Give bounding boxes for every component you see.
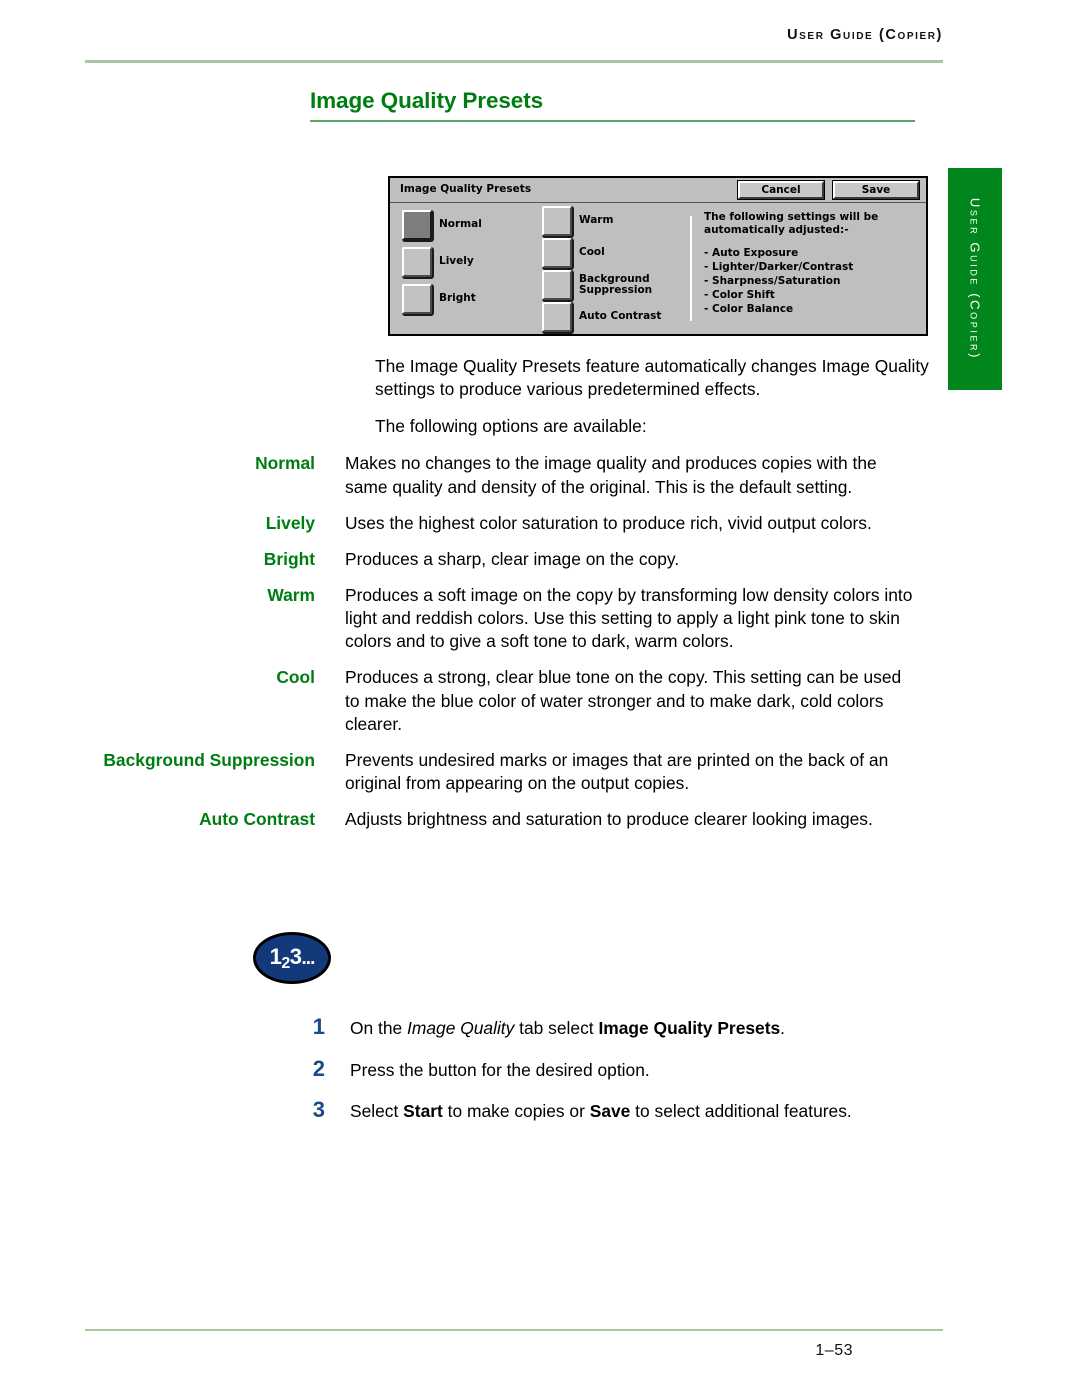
side-tab-label: User Guide (Copier) [967,197,983,361]
ui-info-item: - Color Balance [704,302,794,315]
definition-row: Auto Contrast Adjusts brightness and sat… [0,808,1080,831]
page-title: Image Quality Presets [310,88,544,113]
definition-term: Warm [267,584,315,605]
ui-info-block: The following settings will be automatic… [704,211,919,317]
step-text: Press the button for the desired option. [350,1059,650,1080]
preset-button-normal[interactable] [402,210,432,240]
preset-option-lively[interactable]: Lively [402,247,482,277]
numbered-steps: 1 On the Image Quality tab select Image … [0,1013,1080,1138]
definition-description: Uses the highest color saturation to pro… [345,512,872,533]
definition-term: Auto Contrast [199,809,315,830]
header-rule [85,60,943,63]
ui-titlebar: Image Quality Presets Cancel Save [390,178,926,203]
intro-paragraph-2: The following options are available: [375,416,647,437]
definition-row: Warm Produces a soft image on the copy b… [0,584,1080,653]
definition-description: Produces a sharp, clear image on the cop… [345,548,680,569]
preset-button-warm[interactable] [542,206,572,236]
definition-list: Normal Makes no changes to the image qua… [0,452,1080,831]
running-head: User Guide (Copier) [787,27,943,43]
definition-term: Background Suppression [103,749,315,770]
ui-info-item: - Sharpness/Saturation [704,274,841,287]
preset-option-background-suppression[interactable]: Background Suppression [542,270,661,300]
definition-row: Background Suppression Prevents undesire… [0,749,1080,795]
definition-description: Produces a strong, clear blue tone on th… [345,667,902,734]
preset-label-lively: Lively [439,255,474,268]
ui-info-item: - Lighter/Darker/Contrast [704,260,854,273]
step-text: On the Image Quality tab select Image Qu… [350,1018,786,1038]
steps-badge-icon: 123... [253,932,331,984]
steps-badge-label: 123... [269,944,316,972]
device-ui-panel: Image Quality Presets Cancel Save Normal… [388,176,928,336]
preset-button-auto-contrast[interactable] [542,302,572,332]
step-item: 2 Press the button for the desired optio… [0,1055,1080,1083]
definition-term: Bright [263,548,315,569]
ui-info-item: - Color Shift [704,288,775,301]
step-text: Select Start to make copies or Save to s… [350,1101,852,1121]
definition-row: Cool Produces a strong, clear blue tone … [0,666,1080,735]
step-number: 1 [312,1014,325,1039]
page-header: User Guide (Copier) [0,0,1080,78]
body-content: The Image Quality Presets feature automa… [0,355,1080,844]
preset-option-auto-contrast[interactable]: Auto Contrast [542,302,661,332]
ui-info-item: - Auto Exposure [704,246,799,259]
preset-button-background-suppression[interactable] [542,270,572,300]
preset-option-warm[interactable]: Warm [542,206,661,236]
ui-vertical-divider [690,216,692,321]
intro-paragraph-1: The Image Quality Presets feature automa… [375,356,929,400]
ui-info-heading: The following settings will be automatic… [704,211,879,237]
save-button[interactable]: Save [833,181,919,199]
definition-term: Lively [265,512,315,533]
step-item: 3 Select Start to make copies or Save to… [0,1096,1080,1124]
definition-row: Bright Produces a sharp, clear image on … [0,548,1080,571]
preset-label-warm: Warm [579,214,614,227]
ui-info-list: - Auto Exposure - Lighter/Darker/Contras… [704,247,919,317]
preset-label-cool: Cool [579,246,605,259]
definition-description: Makes no changes to the image quality an… [345,453,877,497]
definition-term: Cool [276,667,315,688]
definition-term: Normal [255,453,315,474]
preset-label-normal: Normal [439,218,482,231]
preset-label-background-suppression: Background Suppression [579,272,653,296]
step-number: 2 [312,1055,325,1081]
preset-label-auto-contrast: Auto Contrast [579,310,662,323]
preset-option-cool[interactable]: Cool [542,238,661,268]
step-item: 1 On the Image Quality tab select Image … [0,1013,1080,1041]
preset-button-lively[interactable] [402,247,432,277]
footer-rule [85,1329,943,1331]
preset-button-bright[interactable] [402,284,432,314]
step-number: 3 [312,1097,325,1122]
preset-options-column-left: Normal Lively Bright [402,210,482,321]
preset-option-normal[interactable]: Normal [402,210,482,240]
preset-label-bright: Bright [439,292,476,305]
ui-panel-title: Image Quality Presets [400,183,532,195]
definition-description: Prevents undesired marks or images that … [345,749,889,793]
preset-option-bright[interactable]: Bright [402,284,482,314]
preset-button-cool[interactable] [542,238,572,268]
definition-row: Lively Uses the highest color saturation… [0,512,1080,535]
cancel-button[interactable]: Cancel [738,181,824,199]
title-underline-rule [310,120,915,122]
definition-description: Produces a soft image on the copy by tra… [345,584,913,652]
definition-row: Normal Makes no changes to the image qua… [0,452,1080,498]
page-number: 1–53 [815,1342,853,1359]
preset-options-column-mid: Warm Cool Background Suppression Auto Co… [542,206,661,334]
definition-description: Adjusts brightness and saturation to pro… [345,809,873,830]
